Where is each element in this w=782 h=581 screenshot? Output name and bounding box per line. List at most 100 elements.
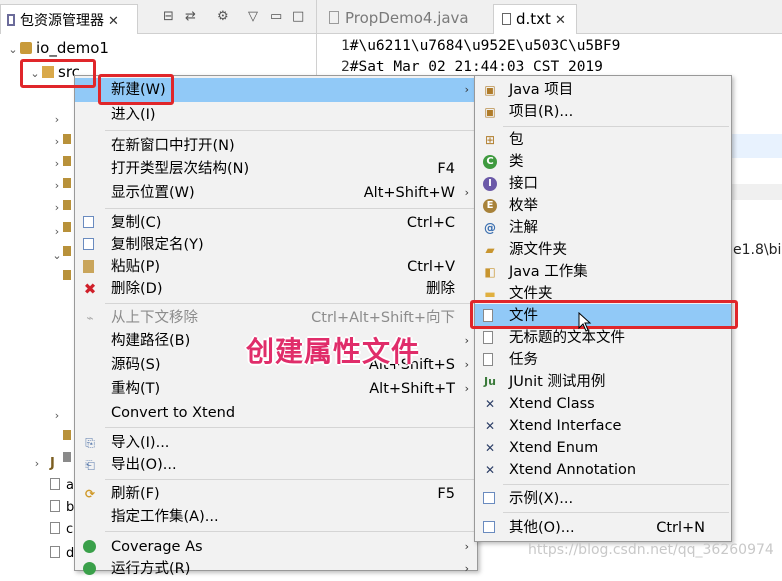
menu-item-copy[interactable]: 复制(C) Ctrl+C [75, 211, 477, 235]
menu-item-refactor[interactable]: 重构(T) Alt+Shift+T › [75, 377, 477, 401]
menu-item-go-into[interactable]: 进入(I) [75, 103, 477, 127]
close-icon[interactable]: ✕ [108, 14, 119, 29]
submenu-item-xtend-annotation[interactable]: ✕ Xtend Annotation [475, 458, 731, 482]
shortcut: Ctrl+N [656, 520, 705, 536]
copy-qualified-label: 复制限定名(Y) [111, 237, 204, 253]
import-icon: ⎘ [85, 436, 95, 450]
collapse-icon[interactable]: › [50, 198, 64, 218]
expand-icon[interactable]: ⌄ [50, 246, 64, 266]
code-line[interactable]: 1#\u6211\u7684\u952E\u503C\u5BF9 [341, 38, 620, 54]
run-as-label: 运行方式(R) [111, 561, 191, 577]
view-menu-icon[interactable]: ▽ [248, 9, 258, 24]
collapse-icon[interactable]: › [30, 452, 44, 475]
submenu-item-task[interactable]: 任务 [475, 348, 731, 372]
file-icon [50, 546, 60, 558]
tree-project-row[interactable]: ⌄ io_demo1 [6, 37, 109, 60]
focus-icon[interactable]: ⚙ [217, 9, 229, 24]
explorer-tab-bar: 包资源管理器 ✕ ⊟ ⇄ ⚙ ▽ ▭ □ [0, 0, 316, 34]
explorer-tab[interactable]: 包资源管理器 ✕ [0, 4, 138, 34]
package-label: 包 [509, 132, 524, 148]
text-file-icon [502, 13, 511, 25]
submenu-item-java-working-set[interactable]: ◧ Java 工作集 [475, 260, 731, 284]
tree-file-row[interactable]: d [50, 542, 74, 565]
submenu-item-untitled-text-file[interactable]: 无标题的文本文件 [475, 326, 731, 350]
maximize-icon[interactable]: □ [292, 9, 304, 24]
collapse-icon[interactable]: › [50, 222, 64, 242]
submenu-item-examples[interactable]: 示例(X)... [475, 487, 731, 511]
menu-item-open-type-hierarchy[interactable]: 打开类型层次结构(N) F4 [75, 157, 477, 181]
console-path-fragment: e1.8\bi [733, 242, 782, 258]
link-editor-icon[interactable]: ⇄ [185, 9, 196, 24]
collapse-icon[interactable]: › [50, 176, 64, 196]
menu-item-assign-working-sets[interactable]: 指定工作集(A)... [75, 505, 477, 529]
shortcut: Alt+Shift+W [363, 185, 455, 201]
menu-item-copy-qualified-name[interactable]: 复制限定名(Y) [75, 233, 477, 257]
tree-file-row[interactable]: c [50, 518, 73, 541]
submenu-item-other[interactable]: 其他(O)... Ctrl+N [475, 516, 731, 540]
submenu-item-junit-test-case[interactable]: Ju JUnit 测试用例 [475, 370, 731, 394]
submenu-item-package[interactable]: ⊞ 包 [475, 128, 731, 152]
collapse-all-icon[interactable]: ⊟ [163, 9, 174, 24]
submenu-arrow-icon: › [464, 334, 469, 347]
menu-item-convert-to-xtend[interactable]: Convert to Xtend [75, 401, 477, 425]
tab-d-txt[interactable]: d.txt ✕ [493, 4, 577, 34]
tree-library-row[interactable]: › J [30, 452, 55, 475]
go-into-label: 进入(I) [111, 107, 156, 123]
submenu-arrow-icon: › [464, 540, 469, 553]
collapse-icon[interactable]: › [50, 406, 64, 426]
package-icon [63, 452, 71, 462]
xtend-class-label: Xtend Class [509, 396, 595, 412]
remove-context-label: 从上下文移除 [111, 310, 198, 326]
explorer-tab-title: 包资源管理器 [20, 13, 104, 29]
text-file-icon [483, 331, 493, 344]
source-folder-label: 源文件夹 [509, 242, 567, 258]
collapse-icon[interactable]: › [50, 132, 64, 152]
menu-item-show-in[interactable]: 显示位置(W) Alt+Shift+W › [75, 181, 477, 205]
menu-separator [105, 208, 475, 209]
menu-item-remove-from-context: ⌁ 从上下文移除 Ctrl+Alt+Shift+向下 [75, 306, 477, 330]
menu-item-open-new-window[interactable]: 在新窗口中打开(N) [75, 134, 477, 158]
coverage-icon [83, 540, 96, 553]
expand-icon[interactable]: ⌄ [6, 38, 20, 61]
line-number: 1 [341, 38, 350, 54]
submenu-item-source-folder[interactable]: ▰ 源文件夹 [475, 238, 731, 262]
submenu-item-xtend-enum[interactable]: ✕ Xtend Enum [475, 436, 731, 460]
annotation-icon: @ [484, 221, 496, 235]
tree-file-row[interactable]: a [50, 474, 74, 497]
show-in-label: 显示位置(W) [111, 185, 195, 201]
file-icon [50, 478, 60, 490]
paste-label: 粘贴(P) [111, 259, 161, 275]
submenu-item-annotation[interactable]: @ 注解 [475, 216, 731, 240]
package-icon [63, 270, 71, 280]
submenu-item-xtend-class[interactable]: ✕ Xtend Class [475, 392, 731, 416]
xtend-annotation-label: Xtend Annotation [509, 462, 637, 478]
collapse-icon[interactable]: › [50, 154, 64, 174]
menu-item-run-as[interactable]: 运行方式(R) › [75, 557, 477, 581]
delete-label: 删除(D) [111, 281, 163, 297]
code-line[interactable]: 2#Sat Mar 02 21:44:03 CST 2019 [341, 59, 603, 75]
submenu-item-java-project[interactable]: ▣ Java 项目 [475, 78, 731, 102]
tree-file-row[interactable]: b [50, 496, 74, 519]
submenu-item-enum[interactable]: E 枚举 [475, 194, 731, 218]
menu-item-delete[interactable]: ✖ 删除(D) 删除 [75, 277, 477, 301]
menu-item-import[interactable]: ⎘ 导入(I)... [75, 431, 477, 455]
remove-context-icon: ⌁ [86, 311, 94, 325]
submenu-item-class[interactable]: C类 [475, 150, 731, 174]
collapse-icon[interactable]: › [50, 110, 64, 130]
submenu-item-project[interactable]: ▣ 项目(R)... [475, 100, 731, 124]
tab-propdemo4[interactable]: PropDemo4.java [321, 4, 491, 34]
copy-icon [83, 216, 94, 228]
close-icon[interactable]: ✕ [555, 13, 566, 28]
menu-item-refresh[interactable]: ⟳ 刷新(F) F5 [75, 482, 477, 506]
minimize-icon[interactable]: ▭ [270, 9, 282, 24]
package-icon: ⊞ [484, 133, 496, 147]
submenu-item-xtend-interface[interactable]: ✕ Xtend Interface [475, 414, 731, 438]
menu-item-paste[interactable]: 粘贴(P) Ctrl+V [75, 255, 477, 279]
menu-item-coverage-as[interactable]: Coverage As › [75, 535, 477, 559]
junit-icon: Ju [484, 375, 496, 388]
export-icon: ⎗ [85, 458, 95, 472]
annotation-label: 注解 [509, 220, 538, 236]
menu-item-export[interactable]: ⎗ 导出(O)... [75, 453, 477, 477]
run-icon [83, 562, 96, 575]
submenu-item-interface[interactable]: I 接口 [475, 172, 731, 196]
